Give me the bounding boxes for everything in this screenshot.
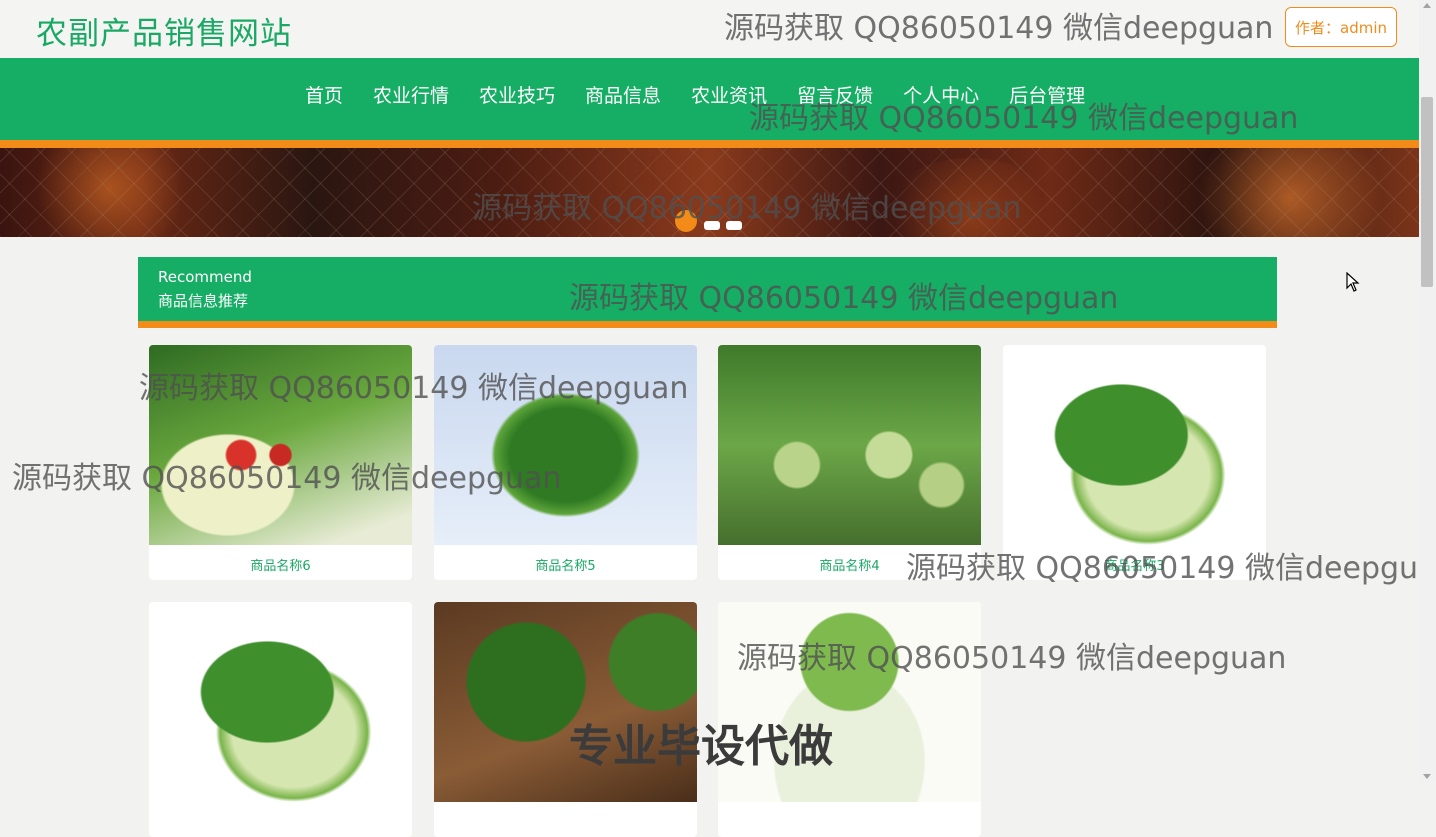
product-card[interactable]: 商品名称4 (718, 345, 981, 580)
product-image[interactable] (1003, 345, 1266, 545)
watermark-bottom: 专业毕设代做 (569, 721, 833, 772)
product-card[interactable]: 商品名称5 (434, 345, 697, 580)
carousel-dot-1[interactable] (675, 210, 697, 232)
product-card[interactable] (149, 602, 412, 837)
nav-accent-stripe (0, 140, 1419, 148)
product-image[interactable] (718, 345, 981, 545)
carousel-dot-2[interactable] (704, 221, 720, 230)
product-name[interactable]: 商品名称4 (718, 555, 981, 574)
product-image[interactable] (434, 345, 697, 545)
nav-item-home[interactable]: 首页 (290, 81, 358, 108)
vertical-scrollbar[interactable] (1419, 0, 1436, 782)
nav-item-tips[interactable]: 农业技巧 (464, 81, 570, 108)
scroll-down-arrow-icon[interactable] (1423, 774, 1431, 779)
nav-item-profile[interactable]: 个人中心 (888, 81, 994, 108)
site-title[interactable]: 农副产品销售网站 (36, 8, 292, 53)
product-name[interactable]: 商品名称6 (149, 555, 412, 574)
scroll-thumb[interactable] (1421, 97, 1433, 287)
author-button[interactable]: 作者：admin (1285, 7, 1397, 47)
product-image[interactable] (149, 602, 412, 802)
nav-item-news[interactable]: 农业资讯 (676, 81, 782, 108)
section-header: Recommend 商品信息推荐 (138, 257, 1277, 321)
product-image[interactable] (149, 345, 412, 545)
scroll-up-arrow-icon[interactable] (1423, 3, 1431, 8)
mouse-cursor-icon (1346, 272, 1360, 292)
product-card[interactable]: 商品名称6 (149, 345, 412, 580)
section-accent-stripe (138, 321, 1277, 328)
product-name[interactable]: 商品名称3 (1003, 555, 1266, 574)
section-title-en: Recommend (158, 268, 252, 286)
nav-item-products[interactable]: 商品信息 (570, 81, 676, 108)
top-header: 农副产品销售网站 作者：admin (0, 0, 1419, 58)
section-title-cn: 商品信息推荐 (158, 292, 249, 310)
nav-item-admin[interactable]: 后台管理 (994, 81, 1100, 108)
product-name[interactable]: 商品名称5 (434, 555, 697, 574)
nav-item-feedback[interactable]: 留言反馈 (782, 81, 888, 108)
nav-items: 首页 农业行情 农业技巧 商品信息 农业资讯 留言反馈 个人中心 后台管理 (290, 81, 1100, 108)
main-nav: 首页 农业行情 农业技巧 商品信息 农业资讯 留言反馈 个人中心 后台管理 (0, 58, 1419, 140)
nav-item-market[interactable]: 农业行情 (358, 81, 464, 108)
carousel-dot-3[interactable] (726, 221, 742, 230)
product-card[interactable]: 商品名称3 (1003, 345, 1266, 580)
